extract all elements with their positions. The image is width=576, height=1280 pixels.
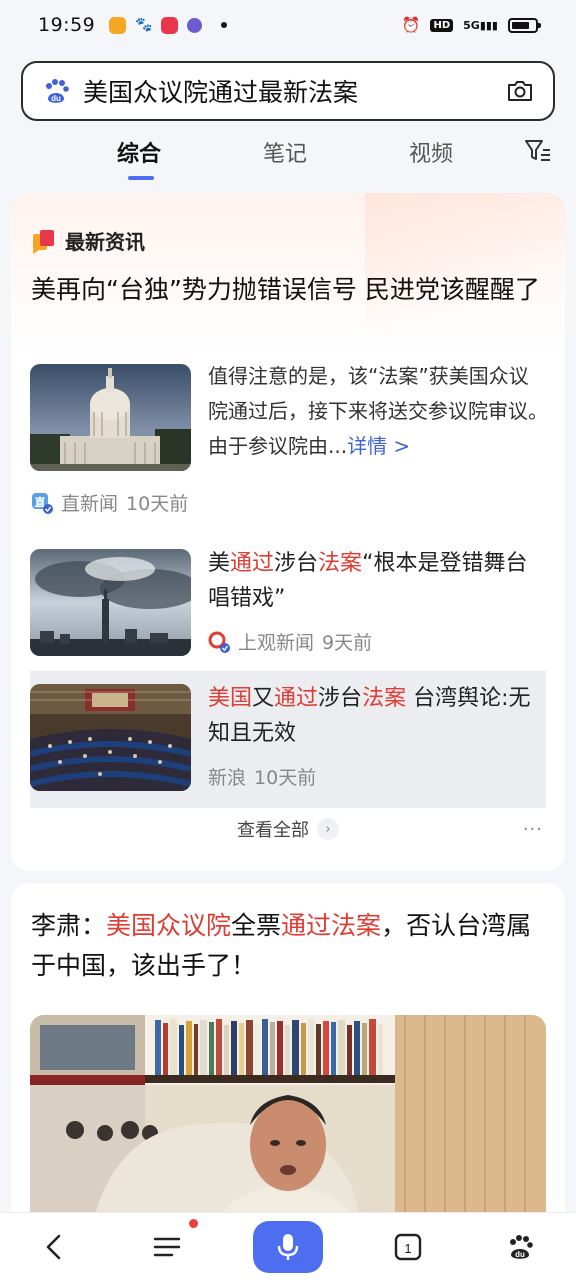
source-name: 新浪 [208,767,247,789]
shangguan-source-icon [208,631,230,653]
status-time: 19:59 [38,14,96,36]
search-query[interactable]: 美国众议院通过最新法案 [83,73,505,109]
signal-icon: 5G▮▮▮ [463,18,498,32]
taipei-skyline-thumbnail[interactable] [30,549,191,656]
microphone-icon [277,1234,299,1260]
article-video-thumbnail[interactable] [30,1015,546,1235]
news-headline[interactable]: 美再向“台独”势力抛错误信号 民进党该醒醒了 [31,270,541,310]
news-logo-icon [31,228,57,254]
baidu-home-icon[interactable]: du [498,1225,542,1269]
see-all-button[interactable]: 查看全部 › [11,816,565,842]
news-item-title[interactable]: 美通过涉台法案“根本是登错舞台唱错戏” [208,546,538,616]
zhixinwen-source-icon: 直 [31,492,53,514]
article-title[interactable]: 李肃：美国众议院全票通过法案，否认台湾属于中国，该出手了！ [31,906,546,986]
status-app-icons: 🐾 [109,16,228,34]
baidu-paw-icon: du [41,76,71,106]
svg-text:du: du [51,94,61,103]
more-notifications-icon [221,22,228,28]
baidu-notification-icon: 🐾 [135,17,153,33]
menu-icon[interactable] [145,1225,189,1269]
news-item-source-row: 新浪 10天前 [208,763,316,790]
capitol-thumbnail[interactable] [30,364,191,471]
app-notification-icon [109,16,127,34]
back-icon[interactable] [32,1225,76,1269]
source-name: 直新闻 [61,493,119,515]
news-summary[interactable]: 值得注意的是，该“法案”获美国众议院通过后，接下来将送交参议院审议。由于参议院由… [208,359,548,464]
see-all-label: 查看全部 [237,820,309,841]
chevron-right-icon: › [317,818,339,840]
source-time: 10天前 [126,493,189,515]
search-input[interactable]: du 美国众议院通过最新法案 [21,61,555,121]
status-indicators: ⏰ HD 5G▮▮▮ [401,16,541,34]
details-link[interactable]: 详情 > [347,434,410,458]
tab-notes[interactable]: 笔记 [263,136,307,168]
svg-text:du: du [515,1250,525,1259]
filter-icon[interactable] [524,138,552,166]
active-tab-indicator [128,176,154,180]
app-notification-icon [187,17,203,33]
tab-videos[interactable]: 视频 [409,136,453,168]
source-name: 上观新闻 [238,632,315,654]
source-time: 10天前 [254,767,317,789]
main-source-row: 直 直新闻 10天前 [31,489,188,516]
bottom-navigation: 1 du [0,1212,576,1280]
camera-icon[interactable] [505,76,535,106]
tabs-button[interactable]: 1 [386,1225,430,1269]
status-bar: 19:59 🐾 ⏰ HD 5G▮▮▮ [0,0,576,50]
voice-search-button[interactable] [253,1221,323,1273]
news-item-source-row: 上观新闻 9天前 [208,628,372,655]
tab-comprehensive[interactable]: 综合 [117,136,161,168]
latest-news-card: 最新资讯 美再向“台独”势力抛错误信号 民进党该醒醒了 值得注意的是，该“法案”… [11,193,565,871]
news-section-header: 最新资讯 [31,226,145,255]
battery-icon [508,17,541,33]
menu-notification-dot [189,1219,198,1228]
more-options-icon[interactable]: ··· [523,819,543,840]
hd-badge: HD [430,18,454,32]
xiaohongshu-notification-icon [161,16,179,34]
card-decoration [365,193,565,333]
alarm-icon: ⏰ [401,16,421,34]
news-section-title: 最新资讯 [65,230,145,254]
result-tabs: 综合 笔记 视频 [0,130,576,180]
source-time: 9天前 [322,632,373,654]
news-item-title[interactable]: 美国又通过涉台法案 台湾舆论:无知且无效 [208,681,538,751]
congress-chamber-thumbnail[interactable] [30,684,191,791]
svg-text:1: 1 [404,1241,411,1256]
